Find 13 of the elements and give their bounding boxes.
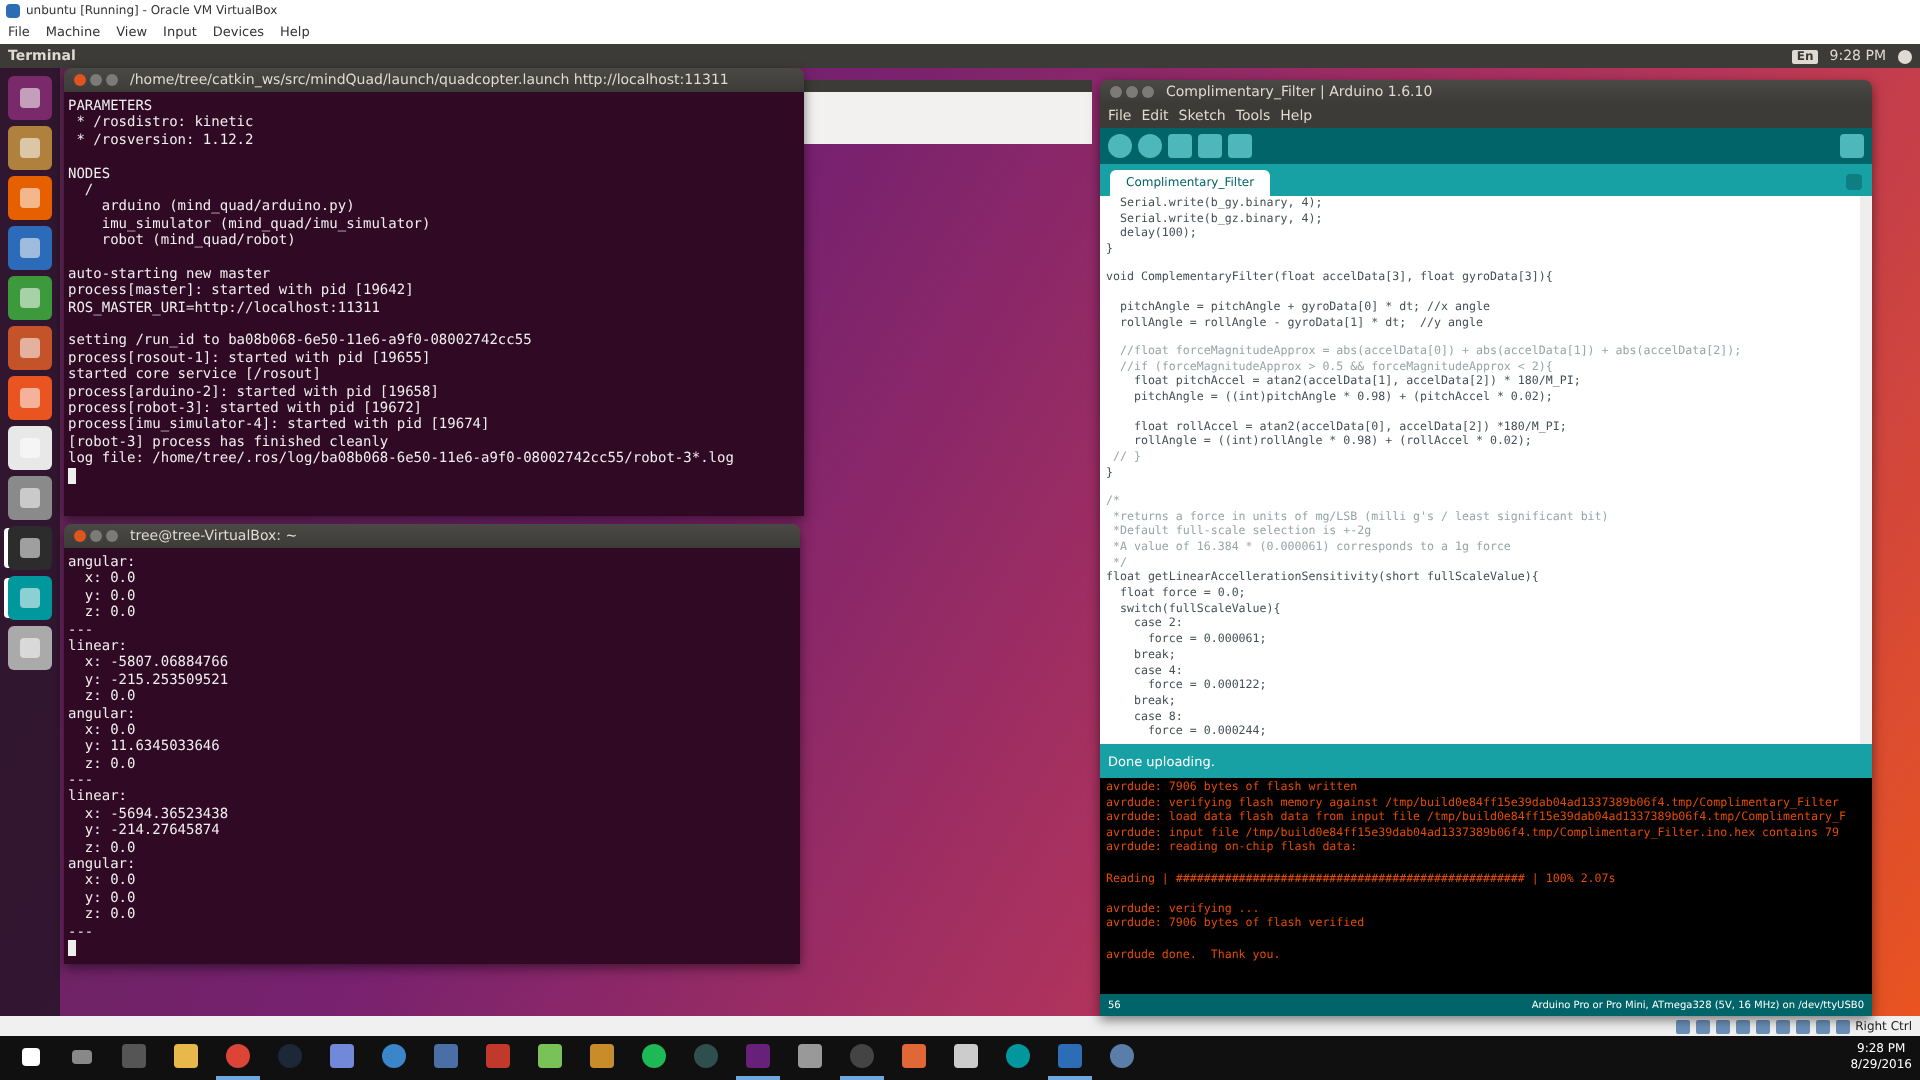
text-cursor (68, 939, 76, 956)
minimize-icon[interactable] (90, 74, 102, 86)
minimize-icon[interactable] (1126, 86, 1138, 98)
close-icon[interactable] (1110, 86, 1122, 98)
close-icon[interactable] (74, 74, 86, 86)
text-cursor (68, 467, 76, 484)
app-icon (6, 3, 20, 17)
maximize-icon[interactable] (106, 74, 118, 86)
minimize-icon[interactable] (90, 530, 102, 542)
maximize-icon[interactable] (106, 530, 118, 542)
close-icon[interactable] (74, 530, 86, 542)
code-editor[interactable] (1100, 196, 1872, 744)
maximize-icon[interactable] (1142, 86, 1154, 98)
